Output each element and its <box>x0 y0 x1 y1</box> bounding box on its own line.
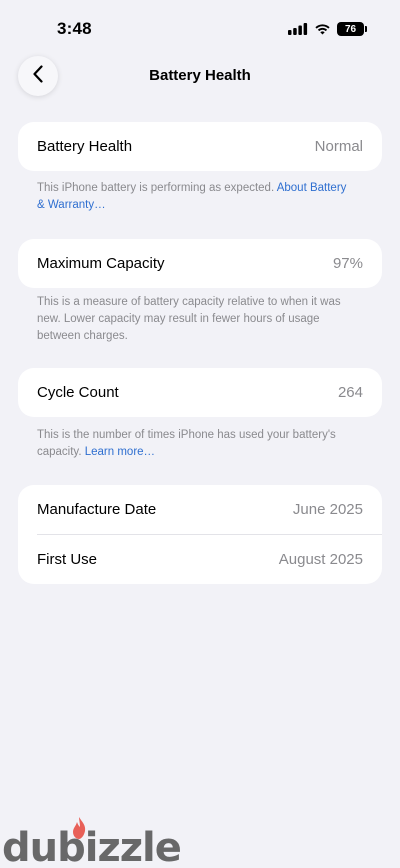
dubizzle-watermark: dubizzle <box>2 817 182 868</box>
dates-card: Manufacture Date June 2025 First Use Aug… <box>18 485 382 584</box>
cycle-count-value: 264 <box>337 384 363 401</box>
cycle-count-note: This is the number of times iPhone has u… <box>37 427 357 461</box>
status-time: 3:48 <box>57 19 92 38</box>
cycle-count-note-text: This is the number of times iPhone has u… <box>37 429 336 458</box>
maximum-capacity-row: Maximum Capacity 97% <box>18 239 382 288</box>
cycle-count-label: Cycle Count <box>37 384 119 401</box>
battery-health-row: Battery Health Normal <box>18 122 382 171</box>
nav-bar: Battery Health <box>0 56 400 100</box>
maximum-capacity-card: Maximum Capacity 97% <box>18 239 382 288</box>
first-use-row: First Use August 2025 <box>18 535 382 584</box>
battery-icon: 76 <box>337 22 367 36</box>
status-icons: 76 <box>288 21 367 37</box>
maximum-capacity-value: 97% <box>332 255 363 272</box>
first-use-label: First Use <box>37 551 97 568</box>
page-title: Battery Health <box>149 67 251 84</box>
cellular-signal-icon <box>288 23 308 35</box>
maximum-capacity-note: This is a measure of battery capacity re… <box>37 294 357 345</box>
manufacture-date-row: Manufacture Date June 2025 <box>18 485 382 534</box>
flame-icon <box>70 816 88 845</box>
maximum-capacity-note-text: This is a measure of battery capacity re… <box>37 296 341 342</box>
manufacture-date-label: Manufacture Date <box>37 501 157 518</box>
battery-health-value: Normal <box>314 138 363 155</box>
battery-health-note: This iPhone battery is performing as exp… <box>37 180 357 214</box>
wifi-icon <box>314 23 331 35</box>
first-use-value: August 2025 <box>278 551 363 568</box>
battery-health-card: Battery Health Normal <box>18 122 382 171</box>
learn-more-link[interactable]: Learn more… <box>85 446 155 458</box>
cycle-count-card: Cycle Count 264 <box>18 368 382 417</box>
watermark-text: dubizzle <box>2 825 182 868</box>
battery-health-label: Battery Health <box>37 138 133 155</box>
battery-health-note-text: This iPhone battery is performing as exp… <box>37 182 277 194</box>
maximum-capacity-label: Maximum Capacity <box>37 255 165 272</box>
cycle-count-row: Cycle Count 264 <box>18 368 382 417</box>
status-bar: 3:48 76 <box>0 0 400 56</box>
manufacture-date-value: June 2025 <box>292 501 363 518</box>
